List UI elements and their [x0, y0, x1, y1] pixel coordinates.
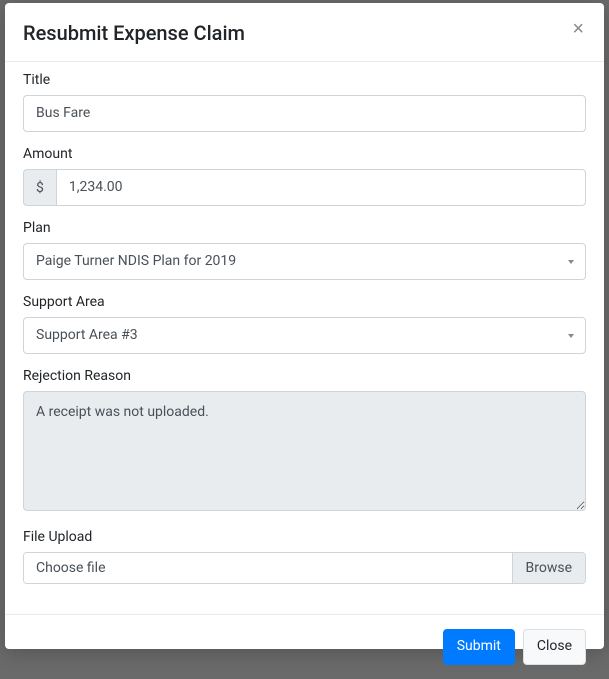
amount-label: Amount: [23, 146, 586, 162]
title-input[interactable]: [23, 95, 586, 132]
title-group: Title: [23, 72, 586, 132]
support-area-select[interactable]: Support Area #3: [23, 317, 586, 354]
amount-input[interactable]: [56, 169, 586, 206]
rejection-reason-group: Rejection Reason A receipt was not uploa…: [23, 368, 586, 515]
plan-group: Plan Paige Turner NDIS Plan for 2019: [23, 220, 586, 280]
modal-footer: Submit Close: [5, 614, 604, 679]
close-button[interactable]: Close: [523, 629, 586, 665]
plan-select[interactable]: Paige Turner NDIS Plan for 2019: [23, 243, 586, 280]
currency-symbol: $: [23, 169, 56, 206]
support-area-select-wrapper: Support Area #3: [23, 317, 586, 354]
rejection-reason-textarea[interactable]: A receipt was not uploaded.: [23, 391, 586, 511]
modal-header: Resubmit Expense Claim ×: [5, 3, 604, 62]
modal-title: Resubmit Expense Claim: [23, 19, 245, 47]
amount-input-group: $: [23, 169, 586, 206]
plan-select-wrapper: Paige Turner NDIS Plan for 2019: [23, 243, 586, 280]
title-label: Title: [23, 72, 586, 88]
amount-group: Amount $: [23, 146, 586, 206]
file-upload-label: File Upload: [23, 529, 586, 545]
support-area-label: Support Area: [23, 294, 586, 310]
support-area-group: Support Area Support Area #3: [23, 294, 586, 354]
file-input-placeholder: Choose file: [24, 553, 512, 583]
close-icon[interactable]: ×: [570, 19, 586, 39]
rejection-reason-label: Rejection Reason: [23, 368, 586, 384]
plan-label: Plan: [23, 220, 586, 236]
file-input[interactable]: Choose file Browse: [23, 552, 586, 584]
resubmit-expense-modal: Resubmit Expense Claim × Title Amount $ …: [5, 3, 604, 649]
file-upload-group: File Upload Choose file Browse: [23, 529, 586, 584]
submit-button[interactable]: Submit: [443, 629, 515, 665]
browse-button[interactable]: Browse: [512, 553, 585, 583]
modal-body: Title Amount $ Plan Paige Turner NDIS Pl…: [5, 62, 604, 614]
